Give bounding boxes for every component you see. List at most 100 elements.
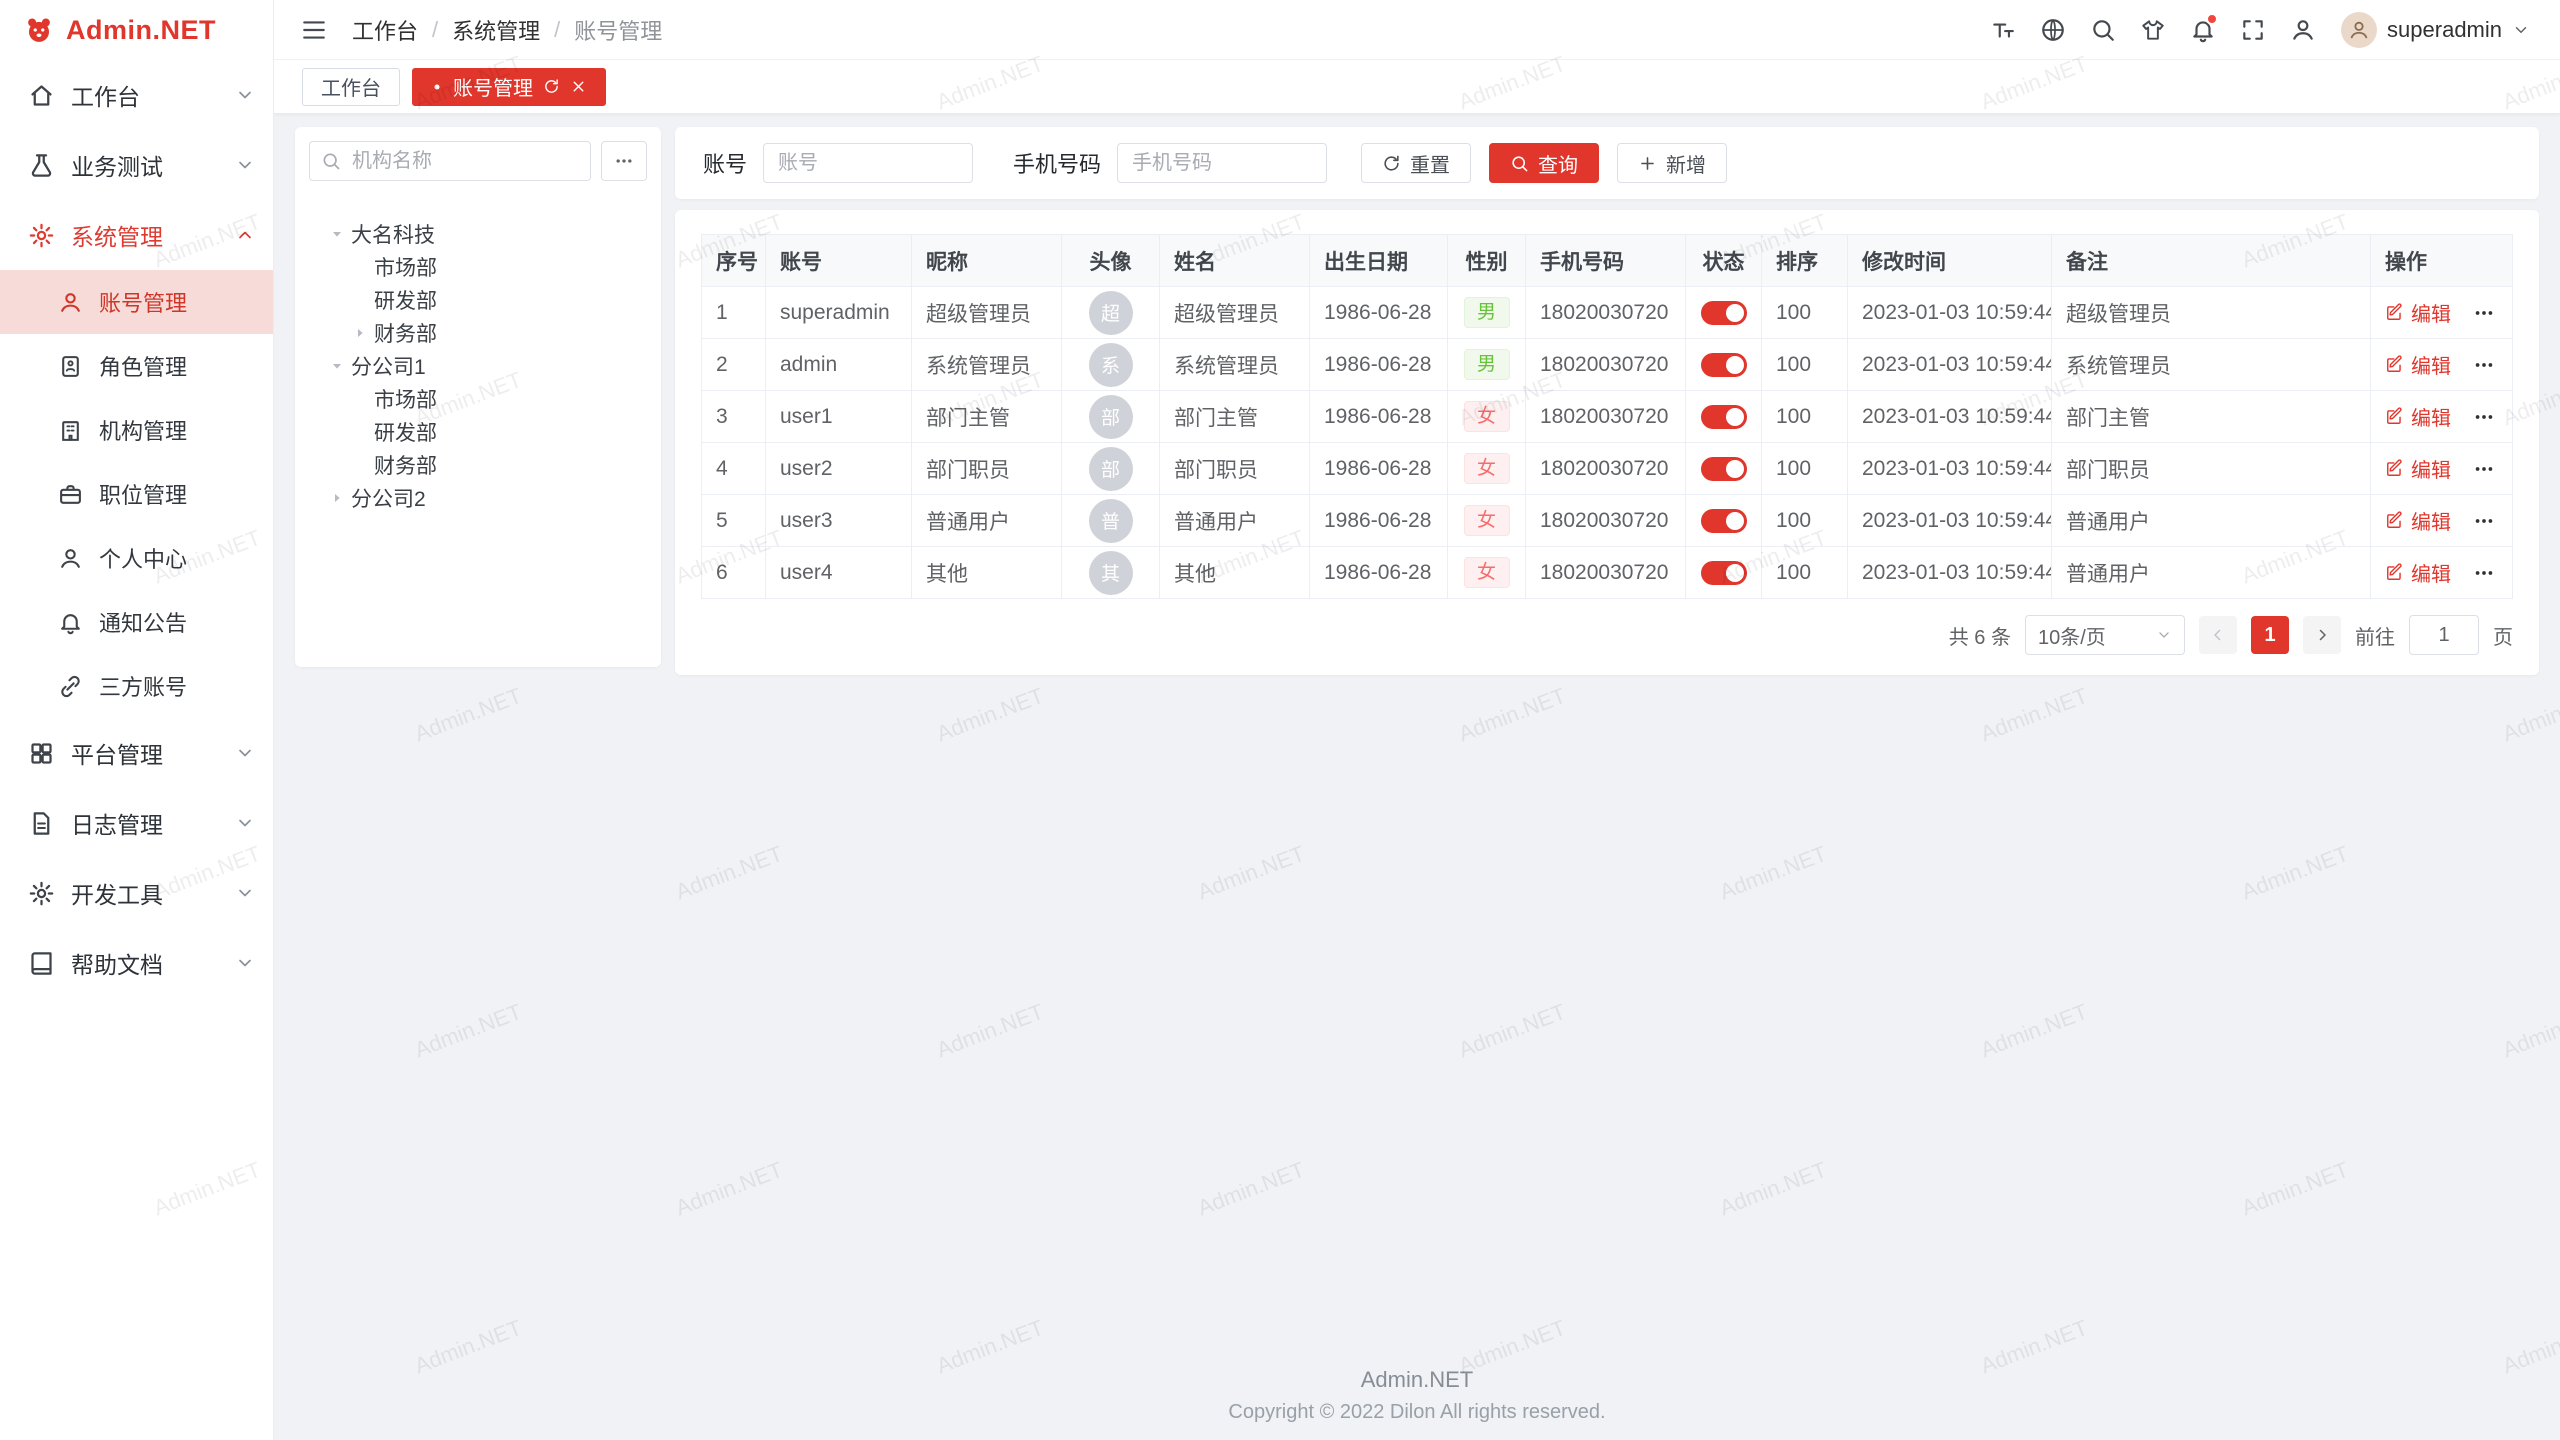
edit-button[interactable]: 编辑	[2385, 402, 2451, 431]
breadcrumb-separator: /	[432, 17, 438, 43]
edit-button[interactable]: 编辑	[2385, 506, 2451, 535]
avatar: 其	[1089, 551, 1133, 595]
row-more-button[interactable]	[2473, 354, 2495, 376]
sidebar-item-position[interactable]: 职位管理	[0, 462, 273, 526]
sidebar-item-third-party[interactable]: 三方账号	[0, 654, 273, 718]
org-search-input[interactable]	[309, 141, 591, 181]
sidebar-item-account[interactable]: 账号管理	[0, 270, 273, 334]
user-avatar	[2341, 12, 2377, 48]
user-icon	[58, 290, 83, 315]
org-more-button[interactable]	[601, 141, 647, 181]
edit-button[interactable]: 编辑	[2385, 298, 2451, 327]
table-row: 3 user1 部门主管 部 部门主管 1986-06-28 女 1802003…	[702, 391, 2513, 443]
row-more-button[interactable]	[2473, 458, 2495, 480]
tab-account-management[interactable]: 账号管理	[412, 68, 606, 106]
account-filter-input[interactable]	[763, 143, 973, 183]
status-toggle[interactable]	[1701, 457, 1747, 481]
table-row: 6 user4 其他 其 其他 1986-06-28 女 18020030720…	[702, 547, 2513, 599]
user-menu[interactable]: superadmin	[2341, 12, 2530, 48]
sidebar-item-personal-center[interactable]: 个人中心	[0, 526, 273, 590]
tree-node[interactable]: 财务部	[309, 316, 647, 349]
chevron-down-icon	[235, 85, 255, 105]
account-filter-label: 账号	[703, 147, 747, 179]
close-icon[interactable]	[570, 78, 587, 95]
tree-node[interactable]: 分公司2	[309, 481, 647, 514]
caret-down-icon[interactable]	[329, 358, 345, 374]
tree-node[interactable]: 大名科技	[309, 217, 647, 250]
caret-down-icon[interactable]	[329, 226, 345, 242]
refresh-icon[interactable]	[543, 78, 560, 95]
chevron-down-icon	[2512, 21, 2530, 39]
caret-right-icon[interactable]	[329, 490, 345, 506]
sidebar-item-organization[interactable]: 机构管理	[0, 398, 273, 462]
chevron-down-icon	[235, 155, 255, 175]
status-toggle[interactable]	[1701, 509, 1747, 533]
phone-filter-input[interactable]	[1117, 143, 1327, 183]
collapse-menu-button[interactable]	[292, 8, 336, 52]
globe-icon	[2040, 17, 2066, 43]
breadcrumb-item[interactable]: 工作台	[352, 14, 418, 46]
edit-icon	[2385, 407, 2404, 426]
tab-workbench[interactable]: 工作台	[302, 68, 400, 106]
reset-button[interactable]: 重置	[1361, 143, 1471, 183]
briefcase-icon	[58, 482, 83, 507]
caret-right-icon[interactable]	[352, 325, 368, 341]
gender-tag: 女	[1464, 505, 1510, 537]
tree-node[interactable]: 市场部	[309, 382, 647, 415]
search-icon	[321, 151, 341, 171]
sidebar-item-docs[interactable]: 帮助文档	[0, 928, 273, 998]
table-row: 1 superadmin 超级管理员 超 超级管理员 1986-06-28 男 …	[702, 287, 2513, 339]
row-more-button[interactable]	[2473, 302, 2495, 324]
theme-icon	[2140, 17, 2166, 43]
status-toggle[interactable]	[1701, 405, 1747, 429]
font-size-button[interactable]	[1981, 8, 2025, 52]
row-more-button[interactable]	[2473, 510, 2495, 532]
work-area: 账号 手机号码 重置 查询 新增	[675, 127, 2539, 675]
tree-node[interactable]: 财务部	[309, 448, 647, 481]
profile-button[interactable]	[2281, 8, 2325, 52]
add-button[interactable]: 新增	[1617, 143, 1727, 183]
row-more-button[interactable]	[2473, 406, 2495, 428]
row-more-button[interactable]	[2473, 562, 2495, 584]
tree-node[interactable]: 分公司1	[309, 349, 647, 382]
theme-button[interactable]	[2131, 8, 2175, 52]
flask-icon	[28, 152, 55, 179]
notifications-button[interactable]	[2181, 8, 2225, 52]
sidebar-item-role[interactable]: 角色管理	[0, 334, 273, 398]
breadcrumb-separator: /	[554, 17, 560, 43]
fullscreen-button[interactable]	[2231, 8, 2275, 52]
query-button[interactable]: 查询	[1489, 143, 1599, 183]
sidebar-item-business-test[interactable]: 业务测试	[0, 130, 273, 200]
footer: Admin.NET Copyright © 2022 Dilon All rig…	[274, 1367, 2560, 1424]
edit-icon	[2385, 511, 2404, 530]
column-header-avatar: 头像	[1062, 235, 1160, 287]
status-toggle[interactable]	[1701, 353, 1747, 377]
role-badge-icon	[58, 354, 83, 379]
edit-button[interactable]: 编辑	[2385, 350, 2451, 379]
edit-button[interactable]: 编辑	[2385, 454, 2451, 483]
page-size-select[interactable]: 10条/页	[2025, 615, 2185, 655]
prev-page-button[interactable]	[2199, 616, 2237, 654]
tree-node[interactable]: 研发部	[309, 415, 647, 448]
language-button[interactable]	[2031, 8, 2075, 52]
breadcrumb-item[interactable]: 系统管理	[452, 14, 540, 46]
hamburger-icon	[301, 17, 327, 43]
global-search-button[interactable]	[2081, 8, 2125, 52]
sidebar-item-devtools[interactable]: 开发工具	[0, 858, 273, 928]
sidebar-item-logs[interactable]: 日志管理	[0, 788, 273, 858]
gender-tag: 男	[1464, 349, 1510, 381]
tree-node[interactable]: 市场部	[309, 250, 647, 283]
sidebar-item-notice[interactable]: 通知公告	[0, 590, 273, 654]
goto-page-input[interactable]	[2409, 615, 2479, 655]
tree-node[interactable]: 研发部	[309, 283, 647, 316]
sidebar-item-workbench[interactable]: 工作台	[0, 60, 273, 130]
sidebar-item-system-management[interactable]: 系统管理	[0, 200, 273, 270]
status-toggle[interactable]	[1701, 561, 1747, 585]
status-toggle[interactable]	[1701, 301, 1747, 325]
table-row: 4 user2 部门职员 部 部门职员 1986-06-28 女 1802003…	[702, 443, 2513, 495]
tree-node-label: 研发部	[374, 285, 437, 315]
edit-button[interactable]: 编辑	[2385, 558, 2451, 587]
page-button-1[interactable]: 1	[2251, 616, 2289, 654]
sidebar-item-platform[interactable]: 平台管理	[0, 718, 273, 788]
next-page-button[interactable]	[2303, 616, 2341, 654]
